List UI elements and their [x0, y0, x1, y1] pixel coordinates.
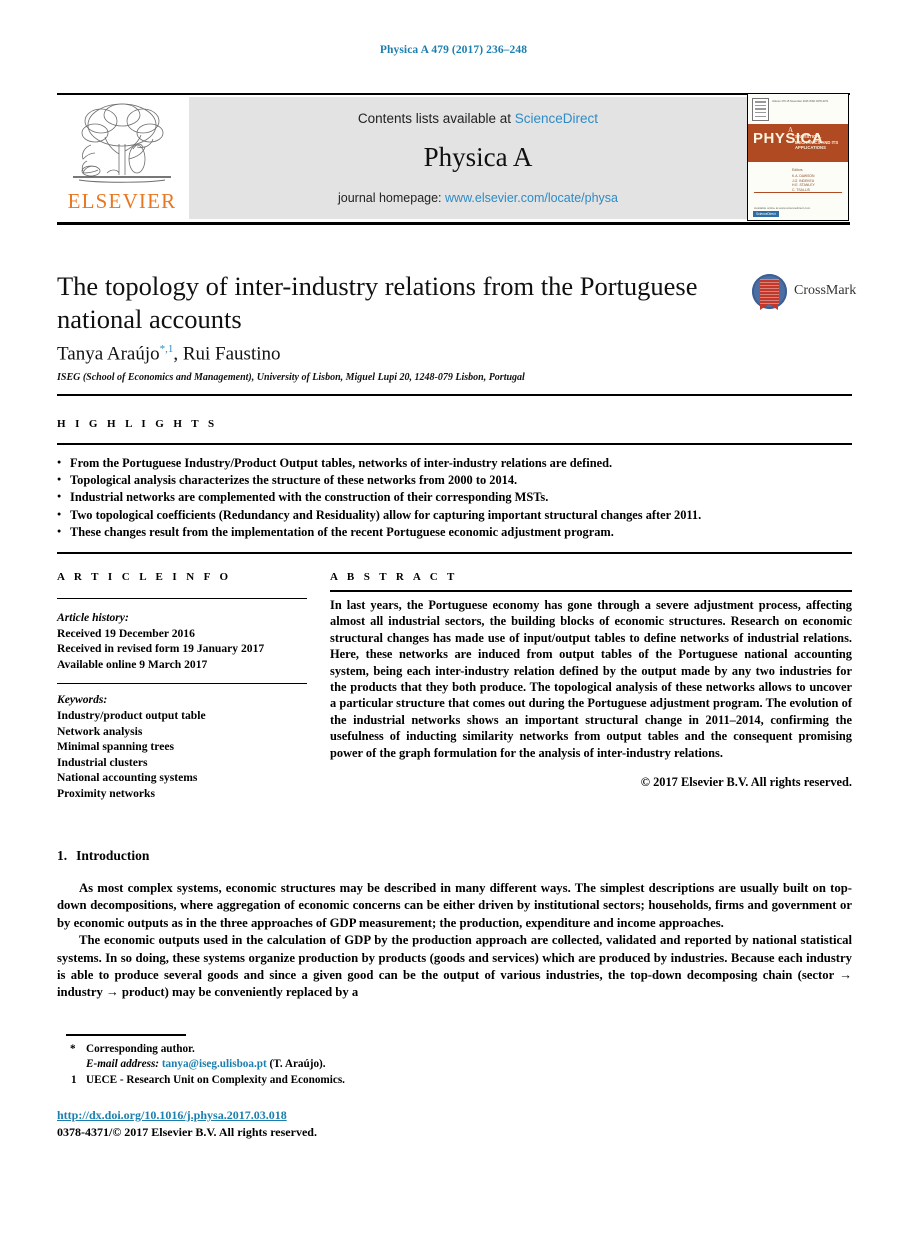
keyword-item: Minimal spanning trees	[57, 740, 175, 754]
introduction-body: As most complex systems, economic struct…	[57, 880, 852, 1002]
article-info-column: Article history: Received 19 December 20…	[57, 610, 307, 802]
list-item: Topological analysis characterizes the s…	[57, 471, 852, 489]
elsevier-wordmark: ELSEVIER	[67, 189, 177, 213]
history-item: Received 19 December 2016	[57, 626, 195, 640]
sciencedirect-link[interactable]: ScienceDirect	[515, 111, 598, 126]
cover-top-text: Volume 479 15 November 2016 ISSN 0378-43…	[772, 100, 829, 103]
footnote-number-mark: 1	[71, 1073, 77, 1086]
history-item: Received in revised form 19 January 2017	[57, 642, 265, 656]
abstract-label: A B S T R A C T	[330, 571, 458, 583]
masthead-top-rule	[57, 93, 850, 95]
footnote-rule	[66, 1034, 186, 1036]
info-top-rule	[57, 552, 852, 554]
keyword-item: Network analysis	[57, 724, 143, 738]
masthead-bottom-rule	[57, 222, 850, 225]
cover-mini-logo-icon	[752, 98, 769, 121]
list-item: From the Portuguese Industry/Product Out…	[57, 454, 852, 472]
author-separator: ,	[173, 343, 183, 365]
cover-editors: K.A. DAWSON J.O. INDEKEU H.E. STANLEY C.…	[792, 174, 815, 192]
journal-cover-thumbnail[interactable]: Volume 479 15 November 2016 ISSN 0378-43…	[747, 93, 849, 221]
journal-banner: Contents lists available at ScienceDirec…	[189, 97, 767, 219]
section-title-text: Introduction	[76, 848, 150, 863]
crossmark-stripes	[760, 279, 779, 304]
footnote-email-row: E-mail address: tanya@iseg.ulisboa.pt (T…	[66, 1057, 516, 1072]
contents-line: Contents lists available at ScienceDirec…	[189, 111, 767, 126]
journal-homepage-link[interactable]: www.elsevier.com/locate/physa	[445, 191, 618, 205]
cover-sciencedirect-badge: ScienceDirect	[753, 211, 779, 217]
abstract-copyright: © 2017 Elsevier B.V. All rights reserved…	[640, 775, 852, 789]
author-list: Tanya Araújo*,1, Rui Faustino	[57, 343, 729, 365]
list-item: Two topological coefficients (Redundancy…	[57, 506, 852, 524]
email-label: E-mail address:	[86, 1058, 160, 1071]
highlights-bottom-rule	[57, 443, 852, 445]
list-item: Industrial networks are complemented wit…	[57, 488, 852, 506]
cover-subtitle: STATISTICAL MECHANICS AND ITS APPLICATIO…	[795, 134, 839, 151]
affiliation: ISEG (School of Economics and Management…	[57, 372, 525, 383]
footnotes: * Corresponding author. E-mail address: …	[66, 1042, 516, 1088]
keyword-item: Industry/product output table	[57, 708, 206, 722]
running-head: Physica A 479 (2017) 236–248	[379, 44, 528, 56]
highlights-label: H I G H L I G H T S	[57, 418, 218, 430]
history-item: Available online 9 March 2017	[57, 657, 208, 671]
cover-editors-label: Editors	[792, 168, 803, 172]
author-name-2: Rui Faustino	[182, 343, 281, 365]
abstract-text: In last years, the Portuguese economy ha…	[330, 598, 852, 760]
journal-title: Physica A	[423, 142, 533, 172]
highlights-list: From the Portuguese Industry/Product Out…	[57, 454, 852, 541]
keyword-item: Industrial clusters	[57, 755, 148, 769]
footnote-corresponding: * Corresponding author.	[66, 1042, 516, 1057]
crossmark-badge[interactable]: CrossMark	[752, 272, 856, 312]
footnote-corresponding-text: Corresponding author.	[86, 1043, 195, 1055]
cover-bottom-text: Available online at www.sciencedirect.co…	[754, 206, 811, 210]
footnote-asterisk-mark: *	[70, 1043, 76, 1055]
email-owner: (T. Araújo).	[269, 1058, 326, 1071]
keywords-divider-rule	[57, 683, 307, 685]
paragraph: As most complex systems, economic struct…	[57, 881, 852, 930]
crossmark-icon	[752, 274, 787, 310]
cover-volume-letter: A	[788, 126, 794, 134]
crossmark-label: CrossMark	[794, 283, 857, 298]
keywords-label: Keywords:	[57, 693, 108, 707]
history-label: Article history:	[57, 611, 129, 624]
doi-link[interactable]: http://dx.doi.org/10.1016/j.physa.2017.0…	[57, 1108, 287, 1123]
author-1-marks: *,1	[159, 343, 174, 355]
paragraph: The economic outputs used in the calcula…	[57, 933, 852, 1000]
abstract-body: In last years, the Portuguese economy ha…	[330, 597, 852, 761]
homepage-line: journal homepage: www.elsevier.com/locat…	[189, 191, 767, 205]
keyword-item: Proximity networks	[57, 786, 155, 800]
paper-page: Physica A 479 (2017) 236–248 ELSEVIER Co…	[0, 0, 907, 1238]
page-title: The topology of inter-industry relations…	[57, 271, 698, 334]
crossmark-book-icon	[760, 279, 779, 310]
section-number: 1.	[57, 848, 68, 863]
footnote-note: 1 UECE - Research Unit on Complexity and…	[66, 1073, 516, 1088]
contents-prefix: Contents lists available at	[357, 111, 512, 126]
homepage-prefix: journal homepage:	[337, 191, 442, 205]
issn-copyright-line: 0378-4371/© 2017 Elsevier B.V. All right…	[57, 1125, 317, 1139]
email-link[interactable]: tanya@iseg.ulisboa.pt	[162, 1058, 267, 1070]
article-info-label: A R T I C L E I N F O	[57, 571, 232, 583]
footnote-note-text: UECE - Research Unit on Complexity and E…	[86, 1073, 345, 1086]
elsevier-logo: ELSEVIER	[59, 97, 185, 221]
cover-rule-1	[754, 192, 842, 193]
elsevier-tree-icon	[73, 103, 171, 183]
list-item: These changes result from the implementa…	[57, 523, 852, 541]
info-divider-rule	[57, 598, 307, 599]
highlights-top-rule	[57, 394, 852, 396]
author-name-1: Tanya Araújo	[57, 343, 160, 365]
journal-masthead: ELSEVIER Contents lists available at Sci…	[57, 93, 850, 225]
info-spacer-2	[57, 684, 307, 692]
section-heading-introduction: 1. Introduction	[57, 848, 149, 864]
keyword-item: National accounting systems	[57, 771, 198, 785]
abstract-divider-rule	[330, 590, 852, 592]
